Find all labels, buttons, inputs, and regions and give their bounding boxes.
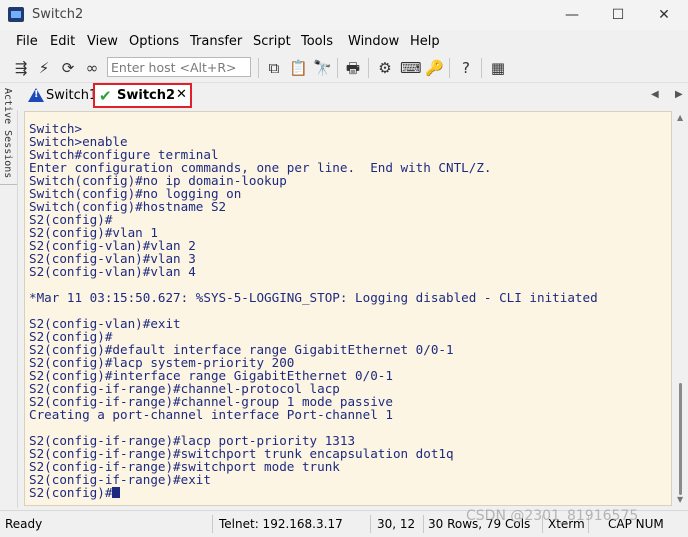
menu-file[interactable]: File xyxy=(16,34,38,49)
menu-bar: File Edit View Options Transfer Script T… xyxy=(0,30,688,54)
watermark: CSDN @2301_81916575 xyxy=(466,508,639,524)
menu-options[interactable]: Options xyxy=(129,34,179,49)
menu-window[interactable]: Window xyxy=(348,34,399,49)
terminal-line: Creating a port-channel interface Port-c… xyxy=(29,407,393,422)
status-state: Ready xyxy=(5,517,43,531)
session-tabs: Switch1 ✔ Switch2 ✕ ◀ ▶ xyxy=(17,83,688,110)
menu-help[interactable]: Help xyxy=(410,34,440,49)
reconnect-icon[interactable]: ⟳ xyxy=(59,59,77,77)
sidebar-divider xyxy=(0,184,17,185)
menu-view[interactable]: View xyxy=(87,34,118,49)
terminal-line: S2(config-vlan)#vlan 4 xyxy=(29,264,196,279)
title-bar: Switch2 — ☐ ✕ xyxy=(0,0,688,30)
status-cursor-position: 30, 12 xyxy=(377,517,416,531)
tab-label: Switch2 xyxy=(117,88,176,103)
tab-close-icon[interactable]: ✕ xyxy=(176,87,187,102)
tab-label: Switch1 xyxy=(46,88,98,103)
help-icon[interactable]: ? xyxy=(457,59,475,77)
scroll-up-icon[interactable]: ▲ xyxy=(677,113,683,122)
menu-transfer[interactable]: Transfer xyxy=(190,34,242,49)
disconnect-icon[interactable]: ∞ xyxy=(83,59,101,77)
paste-icon[interactable]: 📋 xyxy=(289,59,308,77)
terminal-line: Switch(config)#hostname S2 xyxy=(29,199,227,214)
session-sidebar[interactable]: Active Sessions xyxy=(0,84,18,508)
key-icon[interactable]: 🔑 xyxy=(425,59,444,77)
minimize-button[interactable]: — xyxy=(549,0,595,30)
find-icon[interactable]: 🔭 xyxy=(313,59,332,77)
terminal-view[interactable]: Switch> Switch>enable Switch#configure ter… xyxy=(24,111,672,506)
menu-script[interactable]: Script xyxy=(253,34,291,49)
quick-connect-input[interactable]: Enter host <Alt+R> xyxy=(107,57,251,77)
connect-icon[interactable]: ⇶ xyxy=(12,59,30,77)
toolbar-divider xyxy=(337,58,338,78)
toolbar-divider xyxy=(481,58,482,78)
scroll-down-icon[interactable]: ▼ xyxy=(677,495,683,504)
status-divider xyxy=(423,515,424,533)
tab-scroll-right-icon[interactable]: ▶ xyxy=(675,89,683,100)
status-divider xyxy=(370,515,371,533)
menu-edit[interactable]: Edit xyxy=(50,34,75,49)
checkmark-icon: ✔ xyxy=(99,87,112,105)
scrollbar-thumb[interactable] xyxy=(679,383,682,495)
terminal-line: *Mar 11 03:15:50.627: %SYS-5-LOGGING_STO… xyxy=(29,290,598,305)
terminal-prompt: S2(config)# xyxy=(29,485,113,500)
tab-scroll-left-icon[interactable]: ◀ xyxy=(651,89,659,100)
window-title: Switch2 xyxy=(32,7,84,22)
terminal-line: S2(config-if-range)#exit xyxy=(29,472,211,487)
tab-switch2[interactable]: ✔ Switch2 ✕ xyxy=(93,83,192,108)
keymap-icon[interactable]: ⌨ xyxy=(400,59,422,77)
toolbar-divider xyxy=(368,58,369,78)
menu-tools[interactable]: Tools xyxy=(301,34,333,49)
toolbar-divider xyxy=(258,58,259,78)
securecrt-app-icon xyxy=(8,7,24,22)
sidebar-label: Active Sessions xyxy=(2,88,13,179)
toolbar: ⇶ ⚡ ⟳ ∞ Enter host <Alt+R> ⧉ 📋 🔭 🖶 ⚙ ⌨ 🔑… xyxy=(0,54,688,83)
status-connection: Telnet: 192.168.3.17 xyxy=(219,517,343,531)
terminal-cursor xyxy=(112,487,121,498)
lightning-icon[interactable]: ⚡ xyxy=(35,59,53,77)
terminal-output: Switch> Switch>enable Switch#configure ter… xyxy=(29,122,598,499)
settings-icon[interactable]: ⚙ xyxy=(376,59,394,77)
close-button[interactable]: ✕ xyxy=(641,0,687,30)
warning-icon xyxy=(28,88,44,102)
terminal-scrollbar[interactable]: ▲ ▼ xyxy=(674,111,688,506)
terminal-prompt-line: S2(config)# xyxy=(29,486,598,499)
status-divider xyxy=(212,515,213,533)
copy-icon[interactable]: ⧉ xyxy=(265,59,283,77)
toolbar-divider xyxy=(449,58,450,78)
print-icon[interactable]: 🖶 xyxy=(344,59,362,77)
sftp-icon[interactable]: ▦ xyxy=(489,59,507,77)
terminal-line: S2(config-vlan)#exit xyxy=(29,316,181,331)
maximize-button[interactable]: ☐ xyxy=(595,0,641,30)
